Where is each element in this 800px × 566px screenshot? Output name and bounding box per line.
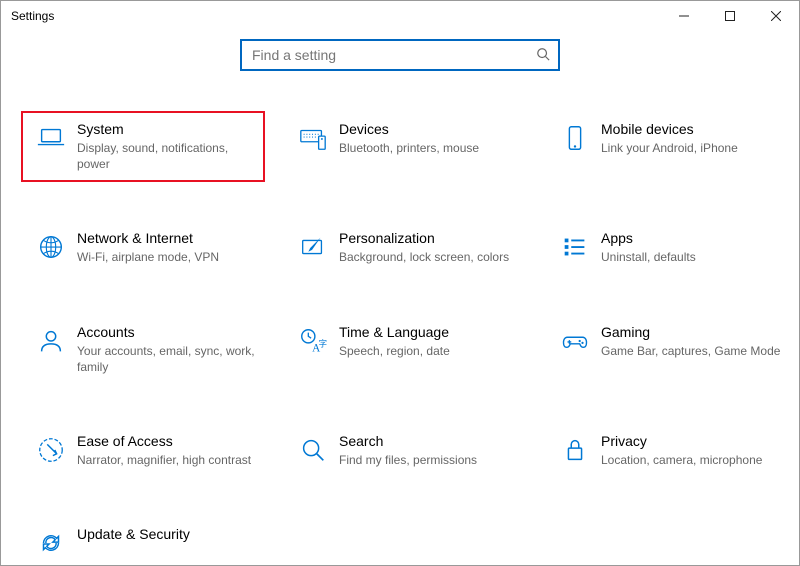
keyboard-icon [293,121,333,172]
globe-icon [31,230,71,265]
tile-mobile[interactable]: Mobile devices Link your Android, iPhone [545,111,789,182]
tile-system[interactable]: System Display, sound, notifications, po… [21,111,265,182]
tile-title: Personalization [339,230,519,246]
paintbrush-icon [293,230,333,265]
tile-apps[interactable]: Apps Uninstall, defaults [545,220,789,275]
tile-desc: Narrator, magnifier, high contrast [77,452,257,468]
tile-title: Apps [601,230,781,246]
svg-text:字: 字 [319,338,327,348]
tile-desc: Your accounts, email, sync, work, family [77,343,257,375]
search-input[interactable] [250,46,536,64]
maximize-button[interactable] [707,1,753,31]
phone-icon [555,121,595,172]
gamepad-icon [555,324,595,375]
sync-icon [31,526,71,558]
tile-desc: Bluetooth, printers, mouse [339,140,519,156]
tile-time-language[interactable]: A字 Time & Language Speech, region, date [283,314,527,385]
ease-of-access-icon [31,433,71,468]
tile-privacy[interactable]: Privacy Location, camera, microphone [545,423,789,478]
search-box[interactable] [240,39,560,71]
tile-title: Gaming [601,324,781,340]
titlebar: Settings [1,1,799,31]
maximize-icon [725,11,735,21]
close-icon [771,11,781,21]
time-language-icon: A字 [293,324,333,375]
close-button[interactable] [753,1,799,31]
tile-accounts[interactable]: Accounts Your accounts, email, sync, wor… [21,314,265,385]
laptop-icon [31,121,71,172]
tile-network[interactable]: Network & Internet Wi-Fi, airplane mode,… [21,220,265,275]
tile-title: Accounts [77,324,257,340]
tile-desc: Uninstall, defaults [601,249,781,265]
tile-title: Time & Language [339,324,519,340]
window-title: Settings [11,9,54,23]
settings-grid-scroll[interactable]: System Display, sound, notifications, po… [21,111,791,565]
search-icon [536,47,550,64]
tile-title: Devices [339,121,519,137]
minimize-icon [679,11,689,21]
tile-title: Search [339,433,519,449]
tile-devices[interactable]: Devices Bluetooth, printers, mouse [283,111,527,182]
tile-title: Privacy [601,433,781,449]
tile-gaming[interactable]: Gaming Game Bar, captures, Game Mode [545,314,789,385]
magnifier-icon [293,433,333,468]
tile-title: System [77,121,257,137]
tile-desc: Game Bar, captures, Game Mode [601,343,781,359]
tile-desc: Location, camera, microphone [601,452,781,468]
minimize-button[interactable] [661,1,707,31]
tile-title: Network & Internet [77,230,257,246]
tile-desc: Find my files, permissions [339,452,519,468]
tile-desc: Display, sound, notifications, power [77,140,257,172]
tile-desc: Background, lock screen, colors [339,249,519,265]
tile-personalization[interactable]: Personalization Background, lock screen,… [283,220,527,275]
tile-title: Mobile devices [601,121,781,137]
lock-icon [555,433,595,468]
tile-search[interactable]: Search Find my files, permissions [283,423,527,478]
tile-desc: Wi-Fi, airplane mode, VPN [77,249,257,265]
tile-title: Update & Security [77,526,257,542]
tile-desc: Speech, region, date [339,343,519,359]
tile-desc: Link your Android, iPhone [601,140,781,156]
person-icon [31,324,71,375]
tile-ease-of-access[interactable]: Ease of Access Narrator, magnifier, high… [21,423,265,478]
list-icon [555,230,595,265]
tile-title: Ease of Access [77,433,257,449]
tile-update-security[interactable]: Update & Security [21,516,265,565]
